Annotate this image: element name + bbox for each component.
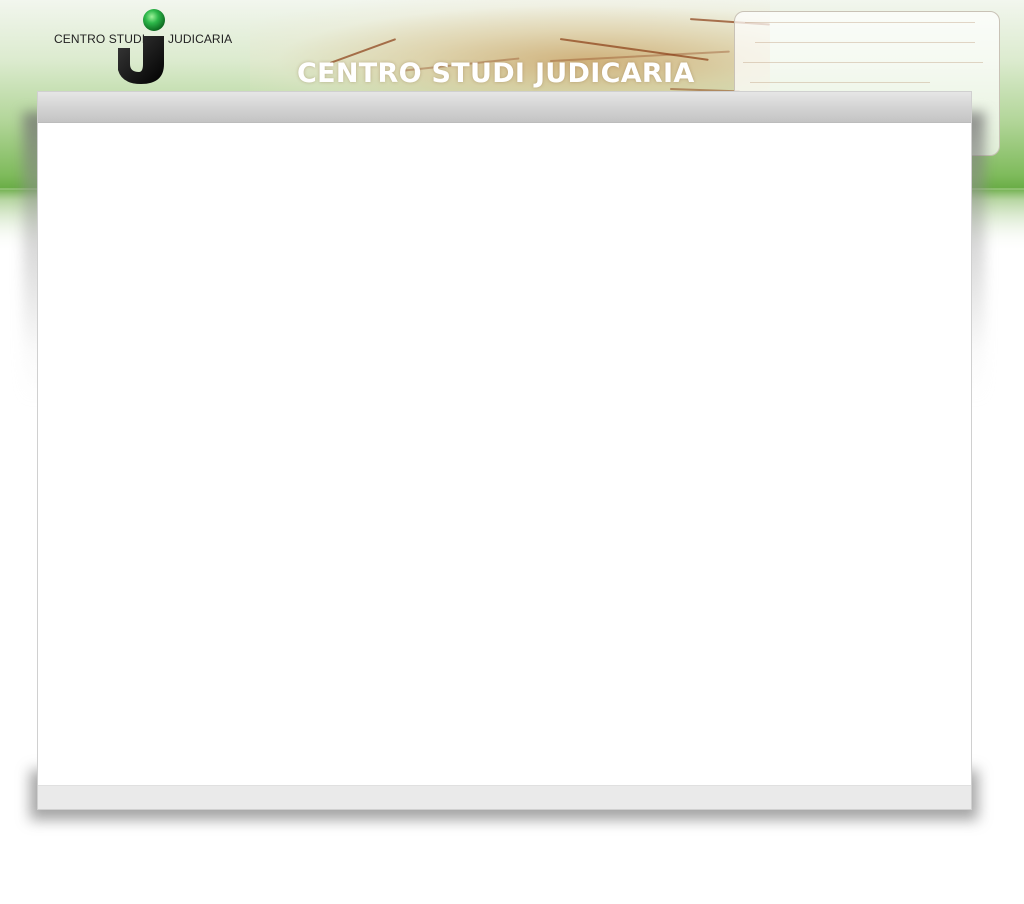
footer-bar	[38, 785, 971, 809]
main-content	[38, 123, 971, 787]
script-stroke	[745, 22, 975, 23]
site-title: CENTRO STUDI JUDICARIA	[297, 58, 695, 89]
logo-text-judicaria: JUDICARIA	[168, 32, 233, 46]
page: CENTRO STUDI JUDICARIA CENTRO STUDI JUDI…	[0, 0, 1024, 904]
logo-text-centro-studi: CENTRO STUDI	[54, 32, 146, 46]
centro-studi-judicaria-logo-icon	[118, 9, 165, 84]
script-stroke	[743, 62, 983, 63]
main-panel	[37, 91, 972, 810]
script-stroke	[755, 42, 975, 43]
script-stroke	[750, 82, 930, 83]
site-logo[interactable]: CENTRO STUDI JUDICARIA	[52, 6, 238, 86]
navigation-bar	[38, 92, 971, 123]
